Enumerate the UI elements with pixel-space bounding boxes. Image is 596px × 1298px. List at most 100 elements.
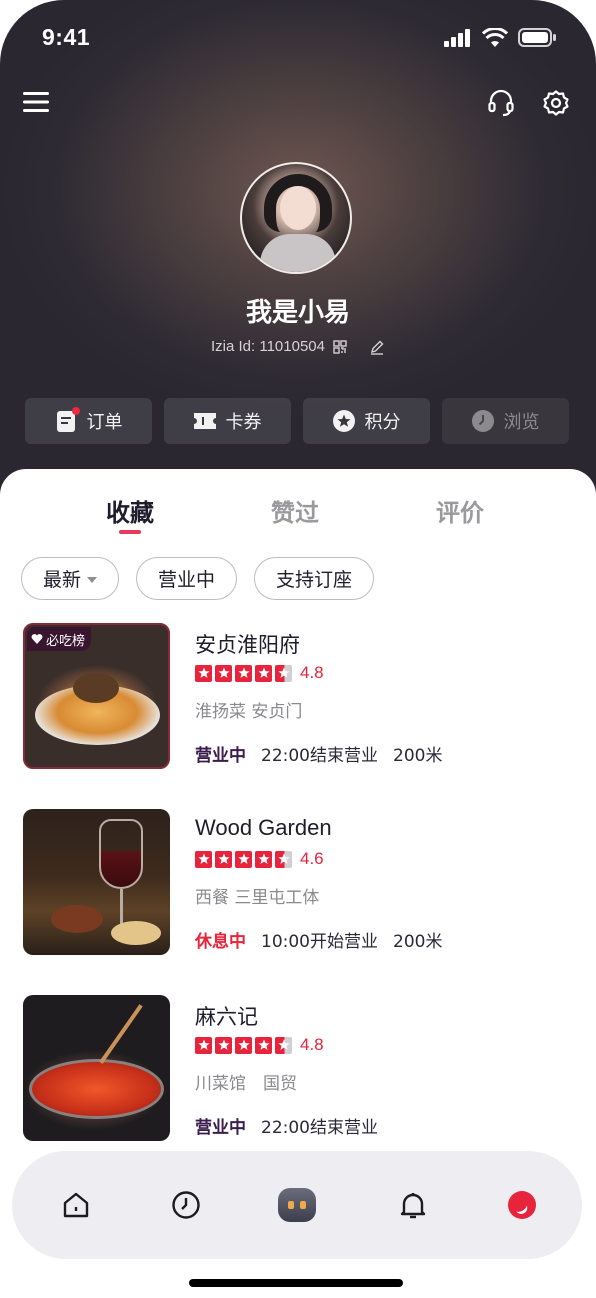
gear-icon[interactable] [541, 88, 571, 118]
tab-reviews[interactable]: 评价 [436, 493, 484, 528]
phone-screen: 9:41 我是小易 Izia Id: 11010504 订单 卡券 积分 浏览 … [0, 0, 596, 1298]
tab-bar: 收藏 赞过 评价 [0, 493, 596, 543]
quick-orders-button[interactable]: 订单 [25, 398, 152, 444]
business-hours: 10:00开始营业 [261, 932, 378, 952]
restaurant-name: 麻六记 [195, 1005, 258, 1029]
restaurant-status-row: 营业中 22:00结束营业 200米 [195, 741, 442, 766]
restaurant-status-row: 休息中 10:00开始营业 200米 [195, 927, 442, 952]
restaurant-photo: 必吃榜 [23, 623, 170, 769]
star-icon [255, 850, 272, 868]
tab-favorites[interactable]: 收藏 [106, 493, 154, 534]
half-star-icon [275, 850, 292, 868]
restaurant-tags: 西餐 三里屯工体 [195, 888, 320, 908]
star-icon [215, 664, 232, 682]
headset-icon[interactable] [486, 88, 516, 118]
rating-score: 4.8 [300, 663, 324, 682]
closed-status: 休息中 [195, 932, 246, 952]
quick-points-label: 积分 [364, 412, 401, 433]
tab-liked[interactable]: 赞过 [271, 493, 319, 528]
quick-history-label: 浏览 [503, 412, 540, 433]
quick-coupons-label: 卡券 [225, 412, 262, 433]
star-icon [235, 1036, 252, 1054]
filter-latest-label: 最新 [43, 569, 82, 591]
restaurant-card[interactable]: Wood Garden 4.6 西餐 三里屯工体 休息中 10:00开始营业 2… [23, 809, 583, 957]
quick-actions: 订单 卡券 积分 浏览 [25, 398, 569, 444]
home-indicator [189, 1279, 403, 1287]
star-icon [215, 1036, 232, 1054]
filter-row: 最新 营业中 支持订座 [21, 557, 375, 600]
notification-dot [71, 407, 80, 415]
status-icons [444, 28, 556, 47]
star-icon [215, 850, 232, 868]
badge-label: 必吃榜 [46, 633, 86, 649]
restaurant-name: Wood Garden [195, 815, 332, 840]
filter-open-now-label: 营业中 [158, 569, 216, 591]
user-id-text: Izia Id: 11010504 [211, 338, 325, 355]
clock-icon[interactable] [166, 1185, 206, 1225]
business-hours: 22:00结束营业 [261, 1118, 378, 1138]
order-icon [55, 407, 80, 432]
quick-orders-label: 订单 [86, 412, 123, 433]
must-eat-badge: 必吃榜 [27, 627, 92, 651]
ticket-icon [193, 410, 216, 432]
star-icon [195, 850, 212, 868]
home-icon[interactable] [56, 1185, 96, 1225]
restaurant-status-row: 营业中 22:00结束营业 [195, 1113, 378, 1138]
heart-icon [31, 634, 43, 644]
user-id-row: Izia Id: 11010504 [0, 338, 596, 355]
qr-code-icon[interactable] [333, 339, 347, 354]
restaurant-card[interactable]: 必吃榜 安贞淮阳府 4.8 淮扬菜 安贞门 营业中 22:00结束营业 200米 [23, 623, 583, 771]
filter-open-now[interactable]: 营业中 [136, 557, 238, 600]
tab-active-indicator [119, 530, 141, 534]
tab-favorites-label: 收藏 [106, 499, 154, 527]
distance: 200米 [393, 746, 443, 766]
menu-icon[interactable] [22, 88, 50, 116]
restaurant-photo [23, 809, 170, 955]
filter-reservation[interactable]: 支持订座 [254, 557, 375, 600]
username: 我是小易 [245, 298, 350, 328]
restaurant-photo [23, 995, 170, 1141]
business-hours: 22:00结束营业 [261, 746, 378, 766]
avatar[interactable] [240, 162, 352, 274]
quick-coupons-button[interactable]: 卡券 [164, 398, 291, 444]
restaurant-card[interactable]: 麻六记 4.8 川菜馆 国贸 营业中 22:00结束营业 [23, 995, 583, 1143]
signal-icon [444, 28, 470, 47]
star-icon [235, 850, 252, 868]
bottom-nav [12, 1151, 582, 1259]
star-icon [255, 1036, 272, 1054]
bell-icon[interactable] [393, 1185, 433, 1225]
star-icon [195, 664, 212, 682]
rating-score: 4.6 [300, 849, 324, 868]
wifi-icon [482, 28, 508, 47]
open-status: 营业中 [195, 1118, 246, 1138]
restaurant-name: 安贞淮阳府 [195, 633, 300, 657]
quick-points-button[interactable]: 积分 [303, 398, 430, 444]
star-icon [235, 664, 252, 682]
caret-down-icon [87, 576, 98, 583]
star-icon [255, 664, 272, 682]
distance: 200米 [393, 932, 443, 952]
profile-header: 9:41 我是小易 Izia Id: 11010504 订单 卡券 积分 浏览 [0, 0, 596, 520]
rating-stars: 4.8 [195, 663, 324, 683]
profile-icon[interactable] [502, 1185, 542, 1225]
clock-icon [471, 410, 494, 432]
restaurant-tags: 淮扬菜 安贞门 [195, 702, 303, 722]
half-star-icon [275, 664, 292, 682]
star-badge-icon [332, 410, 355, 432]
filter-latest-dropdown[interactable]: 最新 [21, 557, 120, 600]
battery-icon [518, 28, 556, 47]
rating-stars: 4.8 [195, 1035, 324, 1055]
star-icon [195, 1036, 212, 1054]
status-time: 9:41 [42, 24, 91, 50]
filter-reservation-label: 支持订座 [276, 569, 353, 591]
status-bar: 9:41 [0, 0, 596, 80]
tab-liked-label: 赞过 [271, 499, 319, 527]
quick-history-button[interactable]: 浏览 [442, 398, 569, 444]
edit-pencil-icon[interactable] [369, 339, 385, 355]
half-star-icon [275, 1036, 292, 1054]
open-status: 营业中 [195, 746, 246, 766]
tab-reviews-label: 评价 [436, 499, 484, 527]
robot-icon[interactable] [277, 1185, 317, 1225]
rating-score: 4.8 [300, 1035, 324, 1054]
restaurant-tags: 川菜馆 国贸 [195, 1074, 297, 1094]
